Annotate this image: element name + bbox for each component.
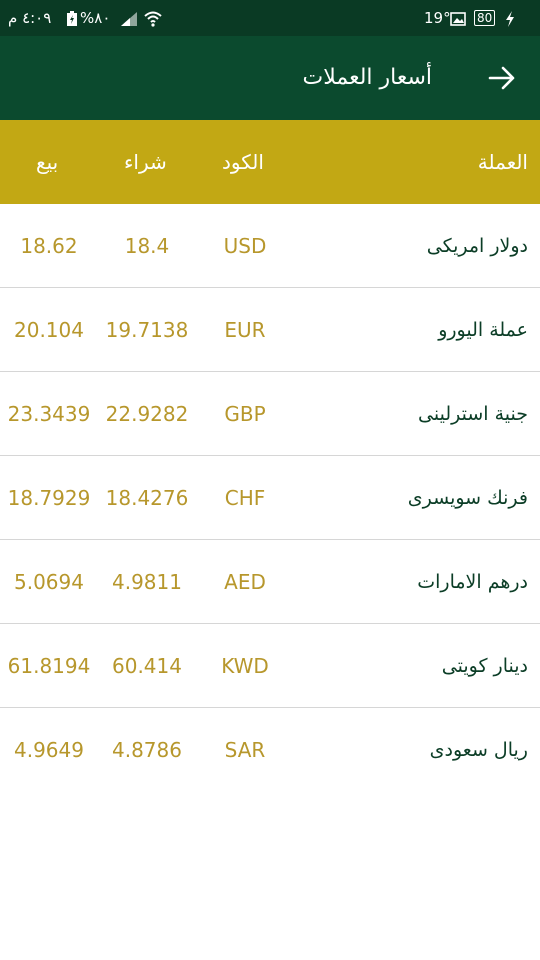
currency-name: جنية استرلينى	[418, 403, 528, 425]
table-row[interactable]: ريال سعودى SAR 4.8786 4.9649	[0, 708, 540, 792]
buy-price: 4.8786	[112, 738, 182, 762]
image-icon	[450, 0, 466, 36]
currency-name: عملة اليورو	[438, 319, 528, 341]
sell-price: 61.8194	[7, 654, 91, 678]
sell-price: 5.0694	[14, 570, 84, 594]
temperature: 19°	[424, 9, 451, 27]
currency-list: دولار امريكى USD 18.4 18.62 عملة اليورو …	[0, 204, 540, 792]
back-button[interactable]	[482, 58, 522, 98]
header-code: الكود	[222, 150, 264, 174]
currency-name: فرنك سويسرى	[407, 487, 528, 509]
buy-price: 18.4	[124, 234, 170, 258]
page-title: أسعار العملات	[302, 65, 432, 90]
status-time: ٤:٠٩ م	[8, 9, 52, 27]
header-sell: بيع	[36, 150, 59, 174]
buy-price: 4.9811	[112, 570, 182, 594]
app-bar: أسعار العملات	[0, 36, 540, 120]
currency-name: درهم الامارات	[417, 571, 528, 593]
table-header: العملة الكود شراء بيع	[0, 120, 540, 204]
currency-code: GBP	[224, 402, 266, 426]
wifi-icon	[144, 0, 162, 36]
signal-icon	[120, 0, 138, 36]
bolt-icon	[504, 0, 516, 36]
buy-price: 18.4276	[105, 486, 189, 510]
currency-code: AED	[224, 570, 266, 594]
table-row[interactable]: درهم الامارات AED 4.9811 5.0694	[0, 540, 540, 624]
sell-price: 18.7929	[7, 486, 91, 510]
table-row[interactable]: فرنك سويسرى CHF 18.4276 18.7929	[0, 456, 540, 540]
battery-level: 80	[474, 10, 496, 26]
currency-code: EUR	[224, 318, 266, 342]
table-row[interactable]: دينار كويتى KWD 60.414 61.8194	[0, 624, 540, 708]
table-row[interactable]: دولار امريكى USD 18.4 18.62	[0, 204, 540, 288]
sell-price: 4.9649	[14, 738, 84, 762]
table-row[interactable]: عملة اليورو EUR 19.7138 20.104	[0, 288, 540, 372]
buy-price: 19.7138	[105, 318, 189, 342]
sell-price: 18.62	[20, 234, 78, 258]
buy-price: 60.414	[112, 654, 182, 678]
currency-code: CHF	[224, 486, 266, 510]
battery-icon: 80	[474, 0, 496, 36]
battery-percent: %٨٠	[80, 9, 111, 27]
currency-code: USD	[223, 234, 267, 258]
currency-name: ريال سعودى	[429, 739, 528, 761]
header-buy: شراء	[124, 150, 167, 174]
sell-price: 23.3439	[7, 402, 91, 426]
buy-price: 22.9282	[105, 402, 189, 426]
arrow-right-icon	[488, 66, 515, 90]
table-row[interactable]: جنية استرلينى GBP 22.9282 23.3439	[0, 372, 540, 456]
sell-price: 20.104	[14, 318, 84, 342]
currency-name: دولار امريكى	[426, 235, 528, 257]
currency-name: دينار كويتى	[441, 655, 528, 677]
status-bar: ٤:٠٩ م %٨٠ 19° 80	[0, 0, 540, 36]
battery-charging-icon	[66, 0, 78, 36]
currency-code: SAR	[224, 738, 266, 762]
currency-code: KWD	[221, 654, 269, 678]
header-currency: العملة	[477, 150, 528, 174]
